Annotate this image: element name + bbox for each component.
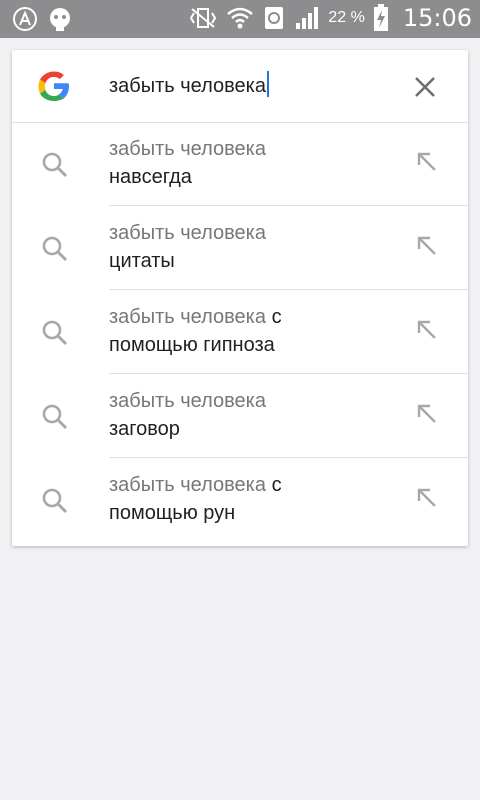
search-bar[interactable]: забыть человека bbox=[12, 50, 468, 123]
data-saver-icon bbox=[265, 7, 284, 29]
battery-charging-icon bbox=[373, 4, 388, 31]
suggestion-completion: заговор bbox=[109, 418, 180, 440]
search-input-value: забыть человека bbox=[109, 75, 266, 97]
suggestion-query: забыть человека bbox=[109, 390, 266, 412]
suggestion-text: забыть человека с помощью рун bbox=[109, 471, 399, 527]
suggestion-query: забыть человека bbox=[109, 222, 266, 244]
vibrate-icon bbox=[190, 8, 217, 28]
suggestion-query: забыть человека bbox=[109, 306, 266, 328]
search-card: забыть человека забыть человека навсегда bbox=[12, 50, 468, 546]
suggestion-item[interactable]: забыть человека навсегда bbox=[12, 122, 468, 206]
clock: 15:06 bbox=[402, 4, 472, 32]
suggestion-item[interactable]: забыть человека с помощью гипноза bbox=[12, 290, 468, 374]
signal-icon bbox=[296, 7, 319, 29]
suggestion-text: забыть человека заговор bbox=[109, 387, 399, 443]
suggestion-item[interactable]: забыть человека заговор bbox=[12, 374, 468, 458]
fill-query-arrow-icon[interactable] bbox=[414, 401, 440, 427]
search-icon bbox=[42, 152, 68, 178]
fill-query-arrow-icon[interactable] bbox=[414, 233, 440, 259]
suggestion-text: забыть человека навсегда bbox=[109, 135, 399, 191]
wifi-icon bbox=[227, 7, 254, 29]
suggestion-query: забыть человека bbox=[109, 474, 266, 496]
search-icon bbox=[42, 236, 68, 262]
gamepad-icon bbox=[50, 8, 70, 31]
status-bar: 22 % 15:06 bbox=[0, 0, 480, 38]
suggestion-completion: помощью гипноза bbox=[109, 334, 275, 356]
suggestion-completion: цитаты bbox=[109, 250, 175, 272]
suggestion-item[interactable]: забыть человека цитаты bbox=[12, 206, 468, 290]
fill-query-arrow-icon[interactable] bbox=[414, 317, 440, 343]
fill-query-arrow-icon[interactable] bbox=[414, 485, 440, 511]
clear-icon[interactable] bbox=[410, 72, 440, 102]
google-g-icon bbox=[38, 71, 69, 101]
status-bar-system: 22 % 15:06 bbox=[188, 4, 472, 32]
suggestion-text: забыть человека цитаты bbox=[109, 219, 399, 275]
suggestion-completion-start: с bbox=[271, 474, 282, 496]
text-cursor bbox=[267, 71, 269, 97]
battery-percent: 22 % bbox=[328, 9, 365, 26]
suggestion-text: забыть человека с помощью гипноза bbox=[109, 303, 399, 359]
navigation-app-icon bbox=[13, 7, 37, 31]
search-icon bbox=[42, 404, 68, 430]
search-icon bbox=[42, 488, 68, 514]
suggestion-query: забыть человека bbox=[109, 138, 266, 160]
suggestion-completion: навсегда bbox=[109, 166, 192, 188]
status-bar-notifications bbox=[12, 6, 74, 32]
search-input[interactable]: забыть человека bbox=[109, 71, 269, 100]
suggestion-item[interactable]: забыть человека с помощью рун bbox=[12, 458, 468, 542]
search-icon bbox=[42, 320, 68, 346]
suggestion-completion-start: с bbox=[271, 306, 282, 328]
fill-query-arrow-icon[interactable] bbox=[414, 149, 440, 175]
suggestion-completion: помощью рун bbox=[109, 502, 236, 524]
